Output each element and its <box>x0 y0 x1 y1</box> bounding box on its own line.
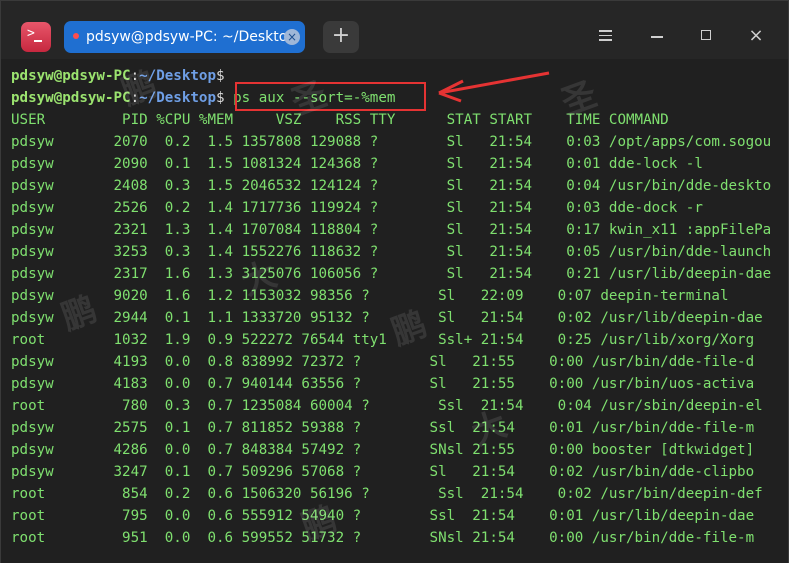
tab-activity-indicator <box>73 33 79 39</box>
tab-title: pdsyw@pdsyw-PC: ~/Desktop <box>86 29 297 45</box>
process-row: pdsyw 3247 0.1 0.7 509296 57068 ? Sl 21:… <box>11 464 755 480</box>
process-row: pdsyw 9020 1.6 1.2 1153032 98356 ? Sl 22… <box>11 288 729 304</box>
process-row: pdsyw 2317 1.6 1.3 3125076 106056 ? Sl 2… <box>11 266 772 282</box>
process-row: root 1032 1.9 0.9 522272 76544 tty1 Ssl+… <box>11 332 755 348</box>
process-row: pdsyw 2321 1.3 1.4 1707084 118804 ? Sl 2… <box>11 222 772 238</box>
process-row: root 780 0.3 0.7 1235084 60004 ? Ssl 21:… <box>11 398 763 414</box>
process-row: pdsyw 2070 0.2 1.5 1357808 129088 ? Sl 2… <box>11 134 772 150</box>
close-icon[interactable]: × <box>746 25 766 47</box>
process-row: pdsyw 4286 0.0 0.7 848384 57492 ? SNsl 2… <box>11 442 755 458</box>
title-bar[interactable]: > pdsyw@pdsyw-PC: ~/Desktop × + × <box>1 1 788 59</box>
prompt-symbol: $ <box>216 90 225 106</box>
process-row: pdsyw 2090 0.1 1.5 1081324 124368 ? Sl 2… <box>11 156 703 172</box>
process-row: pdsyw 4183 0.0 0.7 940144 63556 ? Sl 21:… <box>11 376 755 392</box>
menu-icon[interactable] <box>599 30 612 41</box>
terminal-window: > pdsyw@pdsyw-PC: ~/Desktop × + × pdsyw@… <box>0 0 789 563</box>
prompt-user: pdsyw@pdsyw-PC <box>11 90 131 106</box>
prompt-symbol: $ <box>216 68 225 84</box>
maximize-icon[interactable] <box>701 30 711 40</box>
prompt-user: pdsyw@pdsyw-PC <box>11 68 131 84</box>
process-row: root 854 0.2 0.6 1506320 56196 ? Ssl 21:… <box>11 486 763 502</box>
process-row: pdsyw 3253 0.3 1.4 1552276 118632 ? Sl 2… <box>11 244 772 260</box>
terminal-app-icon: > <box>21 22 51 52</box>
minimize-icon[interactable] <box>651 36 663 38</box>
process-row: pdsyw 2526 0.2 1.4 1717736 119924 ? Sl 2… <box>11 200 703 216</box>
terminal-tab[interactable]: pdsyw@pdsyw-PC: ~/Desktop <box>64 21 305 53</box>
process-row: root 951 0.0 0.6 599552 51732 ? SNsl 21:… <box>11 530 755 546</box>
process-row: root 795 0.0 0.6 555912 54940 ? Ssl 21:5… <box>11 508 755 524</box>
process-row: pdsyw 2575 0.1 0.7 811852 59388 ? Ssl 21… <box>11 420 755 436</box>
tab-close-icon[interactable]: × <box>284 29 300 45</box>
process-row: pdsyw 4193 0.0 0.8 838992 72372 ? Sl 21:… <box>11 354 755 370</box>
annotation-arrow <box>438 71 550 103</box>
new-tab-button[interactable]: + <box>323 21 359 53</box>
process-row: pdsyw 2408 0.3 1.5 2046532 124124 ? Sl 2… <box>11 178 772 194</box>
